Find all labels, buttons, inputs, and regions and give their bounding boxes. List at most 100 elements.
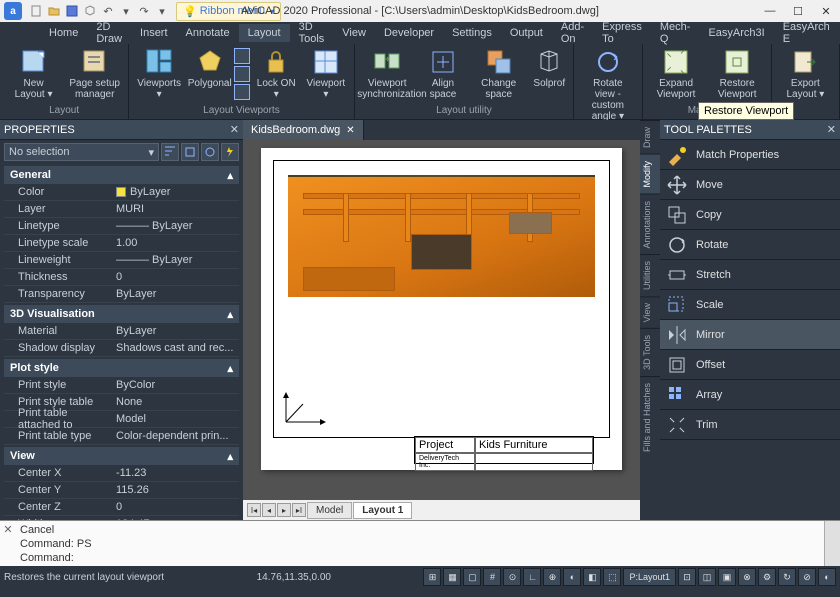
prop-row[interactable]: LayerMURI	[4, 201, 239, 218]
qat-redo-icon[interactable]: ↷	[136, 3, 152, 19]
menu-insert[interactable]: Insert	[131, 24, 177, 42]
palette-offset[interactable]: Offset	[660, 350, 840, 380]
qat-open-icon[interactable]	[46, 3, 62, 19]
ribbon-solprof-button[interactable]: Solprof	[529, 46, 569, 102]
layout1-tab[interactable]: Layout 1	[353, 502, 412, 519]
tab-next-icon[interactable]: ▸	[277, 503, 291, 517]
prop-row[interactable]: Print table attached toModel	[4, 411, 239, 428]
minimize-button[interactable]: —	[756, 0, 784, 22]
prop-row[interactable]: Center Z0	[4, 499, 239, 516]
properties-close-icon[interactable]: ✕	[230, 123, 239, 136]
ribbon-viewport-button[interactable]: Viewport ▾	[302, 46, 350, 102]
palette-match-properties[interactable]: Match Properties	[660, 140, 840, 170]
palette-array[interactable]: Array	[660, 380, 840, 410]
lightning-icon[interactable]	[221, 143, 239, 161]
tab-first-icon[interactable]: I◂	[247, 503, 261, 517]
prop-row[interactable]: Print styleByColor	[4, 377, 239, 394]
status-btn-r5[interactable]: ↻	[778, 568, 796, 586]
ribbon-align-button[interactable]: Align space	[418, 46, 468, 102]
prop-row[interactable]: Print table typeColor-dependent prin...	[4, 428, 239, 445]
ribbon-viewports-button[interactable]: Viewports ▾	[133, 46, 185, 102]
tab-last-icon[interactable]: ▸I	[292, 503, 306, 517]
prop-row[interactable]: Center X-11.23	[4, 465, 239, 482]
status-toggle-8[interactable]: ◧	[583, 568, 601, 586]
status-btn-r0[interactable]: ⊡	[678, 568, 696, 586]
prop-row[interactable]: Thickness0	[4, 269, 239, 286]
ribbon-sync-button[interactable]: Viewport synchronization	[359, 46, 416, 102]
prop-row[interactable]: Linetype scale1.00	[4, 235, 239, 252]
prop-row[interactable]: Linetype——— ByLayer	[4, 218, 239, 235]
status-toggle-6[interactable]: ⊕	[543, 568, 561, 586]
menu-output[interactable]: Output	[501, 24, 552, 42]
palette-tab-modify[interactable]: Modify	[640, 154, 660, 194]
palette-tab-annotations[interactable]: Annotations	[640, 194, 660, 255]
status-btn-r4[interactable]: ⚙	[758, 568, 776, 586]
palette-trim[interactable]: Trim	[660, 410, 840, 440]
prop-section-general[interactable]: General▴	[4, 166, 239, 184]
document-tab[interactable]: KidsBedroom.dwg ✕	[243, 120, 364, 140]
status-toggle-0[interactable]: ⊞	[423, 568, 441, 586]
status-toggle-7[interactable]: ◐	[563, 568, 581, 586]
palette-tab-draw[interactable]: Draw	[640, 120, 660, 154]
quick-select-icon[interactable]	[161, 143, 179, 161]
prop-section-view[interactable]: View▴	[4, 447, 239, 465]
ribbon-expand-button[interactable]: Expand Viewport	[647, 46, 706, 102]
palette-copy[interactable]: Copy	[660, 200, 840, 230]
menu-easyarch3i[interactable]: EasyArch3I	[699, 24, 773, 42]
menu-developer[interactable]: Developer	[375, 24, 443, 42]
qat-undo-icon[interactable]: ↶	[100, 3, 116, 19]
model-tab[interactable]: Model	[307, 502, 352, 519]
prop-section-3d-visualisation[interactable]: 3D Visualisation▴	[4, 305, 239, 323]
palette-stretch[interactable]: Stretch	[660, 260, 840, 290]
palette-tab-view[interactable]: View	[640, 296, 660, 328]
status-toggle-1[interactable]: ▦	[443, 568, 461, 586]
palette-move[interactable]: Move	[660, 170, 840, 200]
status-btn-r6[interactable]: ⊘	[798, 568, 816, 586]
status-btn-r2[interactable]: ▣	[718, 568, 736, 586]
pick-add-icon[interactable]	[181, 143, 199, 161]
ribbon-lock-button[interactable]: Lock ON ▾	[252, 46, 300, 102]
viewport-small-btn[interactable]	[234, 48, 250, 64]
ribbon-layout-new-button[interactable]: New Layout ▾	[4, 46, 63, 102]
prop-section-plot-style[interactable]: Plot style▴	[4, 359, 239, 377]
prop-row[interactable]: Shadow displayShadows cast and rec...	[4, 340, 239, 357]
ribbon-restore-button[interactable]: Restore Viewport	[708, 46, 767, 102]
ribbon-export-button[interactable]: Export Layout ▾	[776, 46, 835, 102]
status-btn-r7[interactable]: ◐	[818, 568, 836, 586]
selection-dropdown[interactable]: No selection▾	[4, 143, 159, 161]
ribbon-rotate-button[interactable]: Rotate view - custom angle ▾	[578, 46, 637, 124]
maximize-button[interactable]: ☐	[784, 0, 812, 22]
cmd-scrollbar[interactable]	[824, 521, 840, 566]
menu-annotate[interactable]: Annotate	[177, 24, 239, 42]
status-toggle-3[interactable]: #	[483, 568, 501, 586]
status-toggle-9[interactable]: ⬚	[603, 568, 621, 586]
status-btn-r1[interactable]: ◫	[698, 568, 716, 586]
prop-row[interactable]: Center Y115.26	[4, 482, 239, 499]
layout-canvas[interactable]: ProjectKids Furniture DeliveryTech Inc.	[243, 140, 640, 500]
viewport-small-btn[interactable]	[234, 84, 250, 100]
ribbon-page-setup-button[interactable]: Page setup manager	[65, 46, 124, 102]
status-toggle-5[interactable]: ∟	[523, 568, 541, 586]
prop-row[interactable]: MaterialByLayer	[4, 323, 239, 340]
qat-save-icon[interactable]	[64, 3, 80, 19]
palettes-close-icon[interactable]: ✕	[827, 123, 836, 136]
qat-cube-icon[interactable]	[82, 3, 98, 19]
status-layout-button[interactable]: P:Layout1	[623, 568, 676, 586]
qat-new-icon[interactable]	[28, 3, 44, 19]
viewport-small-btn[interactable]	[234, 66, 250, 82]
status-toggle-2[interactable]: ▢	[463, 568, 481, 586]
command-line[interactable]: ✕ Cancel Command: PS Command:	[0, 520, 840, 566]
palette-rotate[interactable]: Rotate	[660, 230, 840, 260]
tab-prev-icon[interactable]: ◂	[262, 503, 276, 517]
palette-tab-utilities[interactable]: Utilities	[640, 254, 660, 296]
close-button[interactable]: ✕	[812, 0, 840, 22]
menu-home[interactable]: Home	[40, 24, 87, 42]
menu-settings[interactable]: Settings	[443, 24, 501, 42]
palette-tab-fills-and-hatches[interactable]: Fills and Hatches	[640, 376, 660, 458]
palette-scale[interactable]: Scale	[660, 290, 840, 320]
prop-row[interactable]: ColorByLayer	[4, 184, 239, 201]
status-toggle-4[interactable]: ⊙	[503, 568, 521, 586]
tab-close-icon[interactable]: ✕	[346, 125, 354, 136]
prop-row[interactable]: TransparencyByLayer	[4, 286, 239, 303]
qat-undo-list-icon[interactable]: ▾	[118, 3, 134, 19]
